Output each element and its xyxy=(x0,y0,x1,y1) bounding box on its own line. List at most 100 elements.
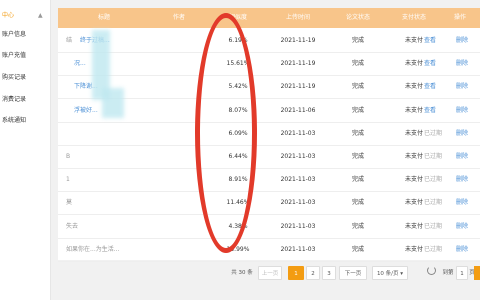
row-title[interactable]: 况... xyxy=(66,51,196,76)
title-prefix: 莫 xyxy=(66,199,73,207)
row-upload-time: 2021-11-03 xyxy=(280,199,316,207)
delete-button[interactable]: 删除 xyxy=(456,214,468,239)
caret-up-icon: ▲ xyxy=(38,12,43,19)
table-row: B 6.44% 2021-11-03 完成 未支付 已过期 删除 xyxy=(58,144,480,169)
row-upload-time: 2021-11-06 xyxy=(280,106,316,114)
page-3-button[interactable]: 3 xyxy=(322,266,336,280)
row-paper-status: 完成 xyxy=(351,129,364,137)
view-button[interactable]: 查看 xyxy=(424,28,436,53)
row-upload-time: 2021-11-19 xyxy=(280,37,316,44)
sidebar-item-label: 购买记录 xyxy=(2,74,27,81)
header-paper-status: 论文状态 xyxy=(345,14,370,21)
title-prefix: 结 xyxy=(66,37,73,44)
sidebar: 中心 ▲ 账户信息 账户充值 购买记录 消费记录 系统通知 xyxy=(0,0,51,300)
go-button[interactable] xyxy=(474,266,480,280)
row-paper-status: 完成 xyxy=(351,199,364,207)
table-row: 如果你在...为生活... 13.99% 2021-11-03 完成 未支付 已过期 删除 xyxy=(58,237,480,262)
expired-label: 已过期 xyxy=(424,176,443,184)
sidebar-item-account-recharge[interactable]: 账户充值 xyxy=(0,46,51,66)
sidebar-item-account-info[interactable]: 账户信息 xyxy=(0,25,51,45)
header-title: 标题 xyxy=(97,14,110,21)
row-upload-time: 2021-11-03 xyxy=(280,153,316,160)
delete-button[interactable]: 删除 xyxy=(456,28,468,53)
header-pay-status: 支付状态 xyxy=(401,14,426,21)
delete-button[interactable]: 删除 xyxy=(456,167,468,192)
row-title[interactable]: 失去 xyxy=(66,214,196,239)
row-upload-time: 2021-11-03 xyxy=(280,222,316,230)
row-title[interactable]: 如果你在...为生活... xyxy=(66,237,196,262)
delete-button[interactable]: 删除 xyxy=(456,237,468,262)
delete-button[interactable]: 删除 xyxy=(456,144,468,169)
sidebar-item-center[interactable]: 中心 ▲ xyxy=(0,6,51,26)
row-upload-time: 2021-11-19 xyxy=(280,83,316,91)
row-paper-status: 完成 xyxy=(351,106,364,114)
row-title[interactable]: 结终于过稿... xyxy=(66,28,196,53)
sidebar-item-label: 系统通知 xyxy=(2,117,27,124)
table-row: 况... 15.61% 2021-11-19 完成 未支付 查看 删除 xyxy=(58,51,480,77)
refresh-icon[interactable] xyxy=(427,266,436,275)
sidebar-item-label: 账户充值 xyxy=(2,52,27,59)
pagination-total: 共 30 条 xyxy=(231,270,253,276)
sidebar-item-consumption-records[interactable]: 消费记录 xyxy=(0,90,51,110)
title-prefix: 如果你在...为生活... xyxy=(66,245,120,253)
table-header: 标题 作者 相似度 上传时间 论文状态 支付状态 操作 xyxy=(58,8,480,28)
sidebar-item-label: 消费记录 xyxy=(2,96,27,103)
sidebar-item-label: 中心 xyxy=(2,12,15,19)
goto-label: 到第 xyxy=(442,270,454,276)
prev-page-button[interactable]: 上一页 xyxy=(258,266,282,280)
sidebar-item-purchase-records[interactable]: 购买记录 xyxy=(0,68,51,88)
title-link[interactable]: 况... xyxy=(74,60,86,67)
page-2-button[interactable]: 2 xyxy=(306,266,320,280)
view-button[interactable]: 查看 xyxy=(424,98,436,123)
row-title[interactable] xyxy=(66,121,196,146)
header-author: 作者 xyxy=(172,14,185,21)
sidebar-item-label: 账户信息 xyxy=(2,31,27,38)
row-paper-status: 完成 xyxy=(351,245,364,253)
table-row: 6.09% 2021-11-03 完成 未支付 已过期 删除 xyxy=(58,121,480,146)
row-title[interactable]: 莫 xyxy=(66,190,196,215)
row-title[interactable]: 下降谢... xyxy=(66,74,196,99)
title-prefix: 失去 xyxy=(66,222,79,230)
row-paper-status: 完成 xyxy=(351,153,364,160)
pagination: 共 30 条 上一页 1 2 3 下一页 10 条/页 ▾ 到第 1 页 xyxy=(0,262,480,284)
delete-button[interactable]: 删除 xyxy=(456,190,468,215)
row-title[interactable]: 1 xyxy=(66,167,196,192)
title-link[interactable]: 浮被好... xyxy=(74,107,98,114)
delete-button[interactable]: 删除 xyxy=(456,74,468,99)
row-paper-status: 完成 xyxy=(351,176,364,184)
view-button[interactable]: 查看 xyxy=(424,74,436,99)
row-title[interactable]: 浮被好... xyxy=(66,98,196,123)
page-size-value: 10 条/页 xyxy=(376,271,399,277)
row-paper-status: 完成 xyxy=(351,222,364,230)
expired-label: 已过期 xyxy=(424,245,443,253)
row-upload-time: 2021-11-03 xyxy=(280,176,316,184)
row-upload-time: 2021-11-19 xyxy=(280,60,316,68)
view-button[interactable]: 查看 xyxy=(424,51,436,76)
chevron-down-icon: ▾ xyxy=(400,271,404,277)
page-size-select[interactable]: 10 条/页 ▾ xyxy=(372,266,408,280)
row-paper-status: 完成 xyxy=(351,60,364,68)
title-prefix: B xyxy=(66,153,71,160)
sidebar-item-system-notice[interactable]: 系统通知 xyxy=(0,111,51,131)
table-row: 失去 4.38% 2021-11-03 完成 未支付 已过期 删除 xyxy=(58,214,480,239)
row-upload-time: 2021-11-03 xyxy=(280,129,316,137)
highlight-oval xyxy=(195,13,257,253)
records-table: 标题 作者 相似度 上传时间 论文状态 支付状态 操作 结终于过稿...6.19… xyxy=(58,8,480,262)
delete-button[interactable]: 删除 xyxy=(456,51,468,76)
goto-input[interactable]: 1 xyxy=(456,266,468,280)
row-upload-time: 2021-11-03 xyxy=(280,245,316,253)
header-actions: 操作 xyxy=(453,14,466,21)
title-prefix: 1 xyxy=(66,176,70,184)
row-title[interactable]: B xyxy=(66,144,196,169)
redaction-blur xyxy=(102,88,124,118)
page-1-button[interactable]: 1 xyxy=(288,266,304,280)
header-upload-time: 上传时间 xyxy=(285,14,310,21)
table-row: 莫 11.46% 2021-11-03 完成 未支付 已过期 删除 xyxy=(58,190,480,216)
delete-button[interactable]: 删除 xyxy=(456,121,468,146)
expired-label: 已过期 xyxy=(424,153,443,160)
table-row: 结终于过稿...6.19%2021-11-19完成未支付查看删除 xyxy=(58,28,480,53)
expired-label: 已过期 xyxy=(424,222,443,230)
delete-button[interactable]: 删除 xyxy=(456,98,468,123)
row-paper-status: 完成 xyxy=(351,83,364,91)
next-page-button[interactable]: 下一页 xyxy=(339,266,367,280)
